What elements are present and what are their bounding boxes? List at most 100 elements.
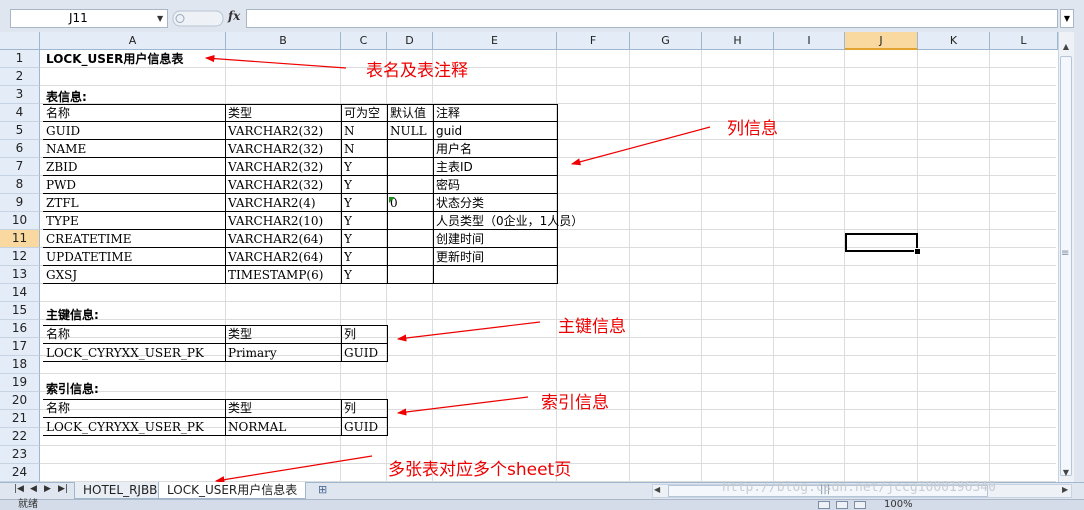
row-header-4[interactable]: 4 — [0, 104, 40, 122]
table-cell-nullable[interactable]: N — [344, 122, 355, 140]
table-cell-nullable[interactable]: Y — [344, 194, 352, 212]
row-header-20[interactable]: 20 — [0, 392, 40, 410]
insert-sheet-icon[interactable]: ⊞ — [318, 483, 327, 496]
normal-view-icon[interactable] — [818, 501, 830, 509]
pk-header-type[interactable]: 类型 — [228, 325, 252, 343]
table-cell-type[interactable]: VARCHAR2(4) — [228, 194, 316, 212]
scroll-left-icon[interactable]: ◀ — [654, 485, 660, 494]
table-cell-type[interactable]: VARCHAR2(32) — [228, 140, 323, 158]
row-header-3[interactable]: 3 — [0, 86, 40, 104]
row-header-1[interactable]: 1 — [0, 50, 40, 68]
table-header-1[interactable]: 类型 — [228, 104, 252, 122]
table-cell-name[interactable]: CREATETIME — [46, 230, 132, 248]
page-layout-view-icon[interactable] — [836, 501, 848, 509]
table-cell-comment[interactable]: 用户名 — [436, 140, 472, 158]
table-cell-comment[interactable]: 更新时间 — [436, 248, 484, 266]
name-box[interactable]: J11 ▼ — [10, 9, 168, 28]
scroll-right-icon[interactable]: ▶ — [1062, 485, 1068, 494]
column-header-h[interactable]: H — [702, 32, 774, 50]
table-header-4[interactable]: 注释 — [436, 104, 460, 122]
tab-lock-user[interactable]: LOCK_USER用户信息表 — [158, 482, 307, 499]
table-cell-comment[interactable]: 创建时间 — [436, 230, 484, 248]
fill-handle[interactable] — [914, 248, 921, 255]
column-header-k[interactable]: K — [918, 32, 990, 50]
row-header-14[interactable]: 14 — [0, 284, 40, 302]
table-cell-type[interactable]: VARCHAR2(32) — [228, 158, 323, 176]
row-header-23[interactable]: 23 — [0, 446, 40, 464]
row-header-11[interactable]: 11 — [0, 230, 40, 248]
pk-name-cell[interactable]: LOCK_CYRYXX_USER_PK — [46, 344, 204, 362]
table-cell-nullable[interactable]: Y — [344, 266, 352, 284]
column-header-b[interactable]: B — [226, 32, 341, 50]
table-cell-name[interactable]: ZBID — [46, 158, 78, 176]
table-cell-type[interactable]: VARCHAR2(64) — [228, 230, 323, 248]
column-header-i[interactable]: I — [774, 32, 845, 50]
pk-type-cell[interactable]: Primary — [228, 344, 277, 362]
table-header-2[interactable]: 可为空 — [344, 104, 380, 122]
column-header-f[interactable]: F — [557, 32, 630, 50]
table-cell-name[interactable]: TYPE — [46, 212, 79, 230]
row-header-19[interactable]: 19 — [0, 374, 40, 392]
scroll-up-icon[interactable]: ▲ — [1058, 40, 1074, 54]
row-header-21[interactable]: 21 — [0, 410, 40, 428]
row-header-8[interactable]: 8 — [0, 176, 40, 194]
formula-expand-button[interactable]: ▼ — [1060, 9, 1074, 28]
table-cell-type[interactable]: VARCHAR2(64) — [228, 248, 323, 266]
table-cell-name[interactable]: NAME — [46, 140, 86, 158]
row-header-5[interactable]: 5 — [0, 122, 40, 140]
active-cell-j11[interactable] — [845, 233, 918, 252]
scroll-down-icon[interactable]: ▼ — [1058, 466, 1074, 480]
index-heading[interactable]: 索引信息: — [46, 380, 99, 398]
insert-function-button[interactable]: fx — [228, 9, 240, 23]
index-header-column[interactable]: 列 — [344, 399, 356, 417]
table-cell-comment[interactable]: 密码 — [436, 176, 460, 194]
column-header-g[interactable]: G — [630, 32, 702, 50]
vertical-scroll-thumb[interactable] — [1060, 56, 1072, 476]
column-header-a[interactable]: A — [40, 32, 226, 50]
select-all-corner[interactable] — [0, 32, 40, 50]
row-header-12[interactable]: 12 — [0, 248, 40, 266]
index-column-cell[interactable]: GUID — [344, 418, 378, 436]
index-type-cell[interactable]: NORMAL — [228, 418, 286, 436]
table-cell-nullable[interactable]: Y — [344, 176, 352, 194]
table-cell-name[interactable]: GUID — [46, 122, 80, 140]
table-cell-comment[interactable]: 人员类型（0企业，1人员） — [436, 212, 583, 230]
row-header-7[interactable]: 7 — [0, 158, 40, 176]
formula-input[interactable] — [246, 9, 1058, 28]
row-header-13[interactable]: 13 — [0, 266, 40, 284]
row-header-17[interactable]: 17 — [0, 338, 40, 356]
table-cell-type[interactable]: TIMESTAMP(6) — [228, 266, 323, 284]
table-cell-nullable[interactable]: Y — [344, 230, 352, 248]
row-header-2[interactable]: 2 — [0, 68, 40, 86]
first-sheet-icon[interactable]: |◀ — [14, 484, 24, 494]
prev-sheet-icon[interactable]: ◀ — [30, 484, 37, 494]
table-cell-comment[interactable]: guid — [436, 122, 462, 140]
pk-column-cell[interactable]: GUID — [344, 344, 378, 362]
table-cell-nullable[interactable]: Y — [344, 212, 352, 230]
table-header-0[interactable]: 名称 — [46, 104, 70, 122]
table-cell-default[interactable]: NULL — [390, 122, 427, 140]
row-header-22[interactable]: 22 — [0, 428, 40, 446]
table-cell-nullable[interactable]: Y — [344, 158, 352, 176]
row-header-10[interactable]: 10 — [0, 212, 40, 230]
column-header-d[interactable]: D — [387, 32, 433, 50]
row-header-6[interactable]: 6 — [0, 140, 40, 158]
row-header-18[interactable]: 18 — [0, 356, 40, 374]
tab-hotel-rjbb[interactable]: HOTEL_RJBB — [74, 482, 167, 499]
table-cell-type[interactable]: VARCHAR2(32) — [228, 122, 323, 140]
column-header-l[interactable]: L — [990, 32, 1058, 50]
page-break-view-icon[interactable] — [854, 501, 866, 509]
pk-header-name[interactable]: 名称 — [46, 325, 70, 343]
index-name-cell[interactable]: LOCK_CYRYXX_USER_PK — [46, 418, 204, 436]
table-cell-type[interactable]: VARCHAR2(32) — [228, 176, 323, 194]
table-cell-name[interactable]: PWD — [46, 176, 76, 194]
table-cell-nullable[interactable]: Y — [344, 248, 352, 266]
last-sheet-icon[interactable]: ▶| — [58, 484, 68, 494]
pk-header-column[interactable]: 列 — [344, 325, 356, 343]
sheet-title[interactable]: LOCK_USER用户信息表 — [46, 50, 183, 68]
table-header-3[interactable]: 默认值 — [390, 104, 426, 122]
row-header-16[interactable]: 16 — [0, 320, 40, 338]
column-header-e[interactable]: E — [433, 32, 557, 50]
index-header-type[interactable]: 类型 — [228, 399, 252, 417]
row-header-15[interactable]: 15 — [0, 302, 40, 320]
